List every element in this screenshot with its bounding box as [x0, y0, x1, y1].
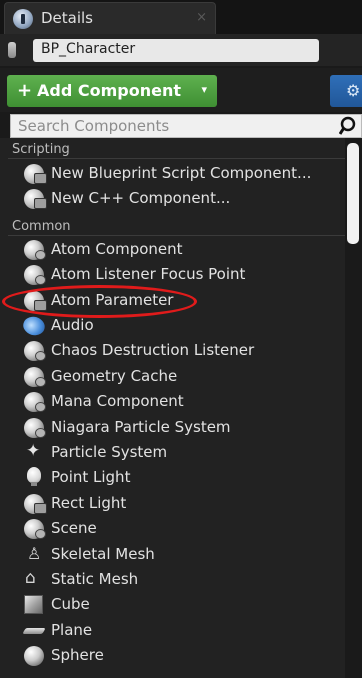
chevron-down-icon: ▾ [201, 83, 207, 96]
list-item-label: Atom Listener Focus Point [51, 265, 246, 283]
close-icon[interactable]: × [196, 10, 207, 25]
scrollbar-thumb[interactable] [347, 143, 359, 244]
list-item-label: Static Mesh [51, 570, 139, 588]
list-item-cube[interactable]: Cube [0, 592, 345, 617]
geometry-cache-icon [24, 367, 46, 387]
tab-details[interactable]: Details × [4, 2, 216, 34]
list-item-scene[interactable]: Scene [0, 516, 345, 541]
list-item-label: New C++ Component... [51, 189, 231, 207]
list-item-label: Plane [51, 621, 93, 639]
list-item-label: Particle System [51, 443, 168, 461]
cube-icon [24, 595, 43, 614]
tab-bar: Details × [0, 0, 362, 34]
list-item-plane[interactable]: Plane [0, 618, 345, 643]
list-item-label: Sphere [51, 646, 104, 664]
list-item-label: Geometry Cache [51, 367, 178, 385]
list-item-particle-system[interactable]: ✦ Particle System [0, 440, 345, 465]
add-component-label: Add Component [37, 81, 181, 100]
list-item-skeletal-mesh[interactable]: ♙ Skeletal Mesh [0, 542, 345, 567]
list-item-label: Chaos Destruction Listener [51, 341, 255, 359]
list-item-label: Rect Light [51, 494, 127, 512]
list-item-sphere[interactable]: Sphere [0, 643, 345, 668]
particle-system-icon: ✦ [26, 441, 41, 461]
search-placeholder: Search Components [18, 117, 170, 135]
chaos-listener-icon [24, 341, 46, 361]
list-item-atom-component[interactable]: Atom Component [0, 237, 345, 262]
category-divider [8, 158, 345, 159]
list-item-label: Audio [51, 316, 94, 334]
cpp-component-icon [24, 189, 47, 209]
actor-name-row: BP_Character [0, 34, 362, 66]
list-item-niagara-particle-system[interactable]: Niagara Particle System [0, 415, 345, 440]
plus-icon: + [17, 80, 33, 101]
list-item-label: Niagara Particle System [51, 418, 231, 436]
category-common[interactable]: Common [12, 219, 71, 234]
blueprint-component-icon [24, 164, 47, 184]
details-info-icon [13, 9, 33, 29]
list-item-static-mesh[interactable]: ⌂ Static Mesh [0, 567, 345, 592]
blueprint-script-button[interactable]: ⚙ [330, 75, 362, 107]
actor-icon [8, 42, 16, 58]
list-item-chaos-destruction-listener[interactable]: Chaos Destruction Listener [0, 338, 345, 363]
highlight-annotation-oval [2, 285, 197, 318]
gear-icon: ⚙ [346, 81, 361, 100]
list-item-label: Scene [51, 519, 97, 537]
list-item-atom-listener-focus-point[interactable]: Atom Listener Focus Point [0, 262, 345, 287]
category-divider [8, 235, 345, 236]
search-icon[interactable] [339, 116, 357, 136]
tab-title: Details [41, 9, 94, 27]
actor-name-field[interactable]: BP_Character [33, 39, 319, 62]
audio-icon [20, 312, 48, 340]
list-item-label: New Blueprint Script Component... [51, 164, 312, 182]
niagara-icon [24, 418, 46, 438]
list-item-label: Point Light [51, 468, 131, 486]
static-mesh-icon: ⌂ [25, 568, 36, 588]
scene-icon [24, 519, 46, 539]
list-item-label: Cube [51, 595, 90, 613]
atom-component-icon [24, 240, 46, 260]
list-item-point-light[interactable]: Point Light [0, 465, 345, 490]
list-item-label: Skeletal Mesh [51, 545, 155, 563]
list-item-label: Atom Component [51, 240, 183, 258]
mana-component-icon [24, 392, 46, 412]
skeletal-mesh-icon: ♙ [27, 544, 42, 563]
sphere-icon [24, 646, 44, 666]
list-item-new-cpp-component[interactable]: New C++ Component... [0, 186, 345, 211]
point-light-icon [27, 467, 41, 486]
plane-icon [22, 628, 46, 634]
list-item-label: Mana Component [51, 392, 184, 410]
list-item-mana-component[interactable]: Mana Component [0, 389, 345, 414]
list-item-new-blueprint-script-component[interactable]: New Blueprint Script Component... [0, 161, 345, 186]
search-components-input[interactable]: Search Components [10, 114, 362, 138]
list-item-geometry-cache[interactable]: Geometry Cache [0, 364, 345, 389]
list-item-audio[interactable]: Audio [0, 312, 345, 340]
atom-listener-icon [24, 265, 46, 285]
list-item-rect-light[interactable]: Rect Light [0, 491, 345, 516]
category-scripting[interactable]: Scripting [12, 142, 70, 157]
add-component-button[interactable]: + Add Component ▾ [7, 75, 217, 107]
rect-light-icon [24, 494, 47, 514]
